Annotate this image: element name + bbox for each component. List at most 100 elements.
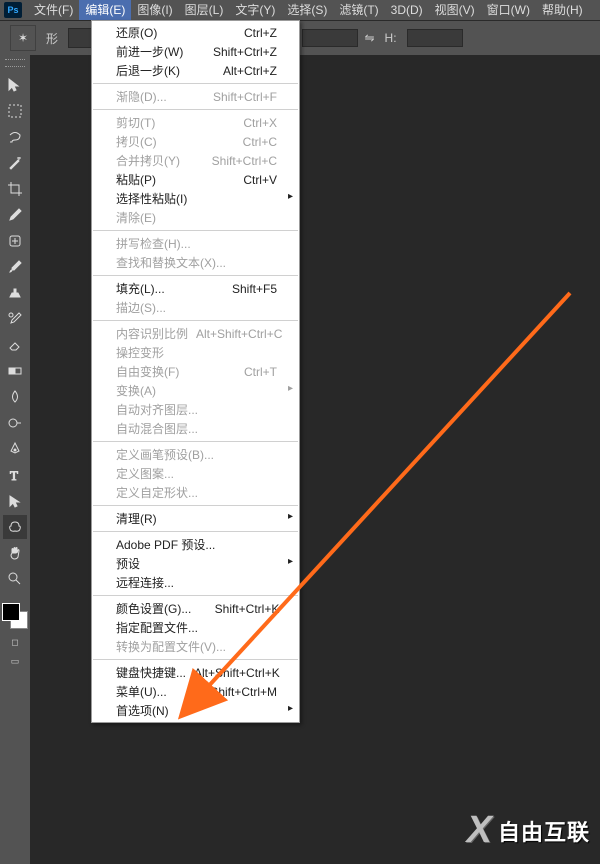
magic-wand-tool[interactable] [3, 151, 27, 175]
menu-row[interactable]: 首选项(N) [92, 701, 299, 720]
H-label: H: [381, 31, 401, 45]
menu-row[interactable]: 填充(L)...Shift+F5 [92, 279, 299, 298]
menu-row-shortcut: Shift+Ctrl+F [189, 90, 277, 104]
menu-row[interactable]: Adobe PDF 预设... [92, 535, 299, 554]
menu-row-label: 清理(R) [116, 510, 277, 527]
menu-item[interactable]: 窗口(W) [481, 0, 536, 20]
menu-row-shortcut: Alt+Shift+Ctrl+K [186, 666, 277, 680]
tools-panel: T ◻ ▭ [0, 55, 31, 864]
menu-row-label: 内容识别比例 [116, 325, 188, 342]
menu-item[interactable]: 帮助(H) [536, 0, 589, 20]
menu-row-label: 指定配置文件... [116, 619, 277, 636]
menu-item[interactable]: 视图(V) [429, 0, 481, 20]
width-input[interactable] [302, 29, 358, 47]
menu-row[interactable]: 指定配置文件... [92, 618, 299, 637]
menu-row[interactable]: 粘贴(P)Ctrl+V [92, 170, 299, 189]
quick-mask-icon[interactable]: ◻ [11, 637, 18, 648]
edit-menu-dropdown: 还原(O)Ctrl+Z前进一步(W)Shift+Ctrl+Z后退一步(K)Alt… [91, 20, 300, 723]
path-selection-tool[interactable] [3, 489, 27, 513]
menu-row[interactable]: 选择性粘贴(I) [92, 189, 299, 208]
menu-item[interactable]: 文件(F) [28, 0, 79, 20]
menu-row[interactable]: 键盘快捷键...Alt+Shift+Ctrl+K [92, 663, 299, 682]
menu-row: 拼写检查(H)... [92, 234, 299, 253]
screen-mode-icon[interactable]: ▭ [11, 656, 20, 667]
menu-item[interactable]: 图层(L) [179, 0, 230, 20]
menu-row-label: 剪切(T) [116, 114, 189, 131]
color-swatches[interactable] [2, 603, 28, 629]
menu-row-shortcut: Shift+Ctrl+C [189, 154, 277, 168]
hand-tool[interactable] [3, 541, 27, 565]
lasso-tool[interactable] [3, 125, 27, 149]
clone-stamp-tool[interactable] [3, 281, 27, 305]
menu-row[interactable]: 远程连接... [92, 573, 299, 592]
menu-row-label: 还原(O) [116, 24, 189, 41]
menu-row-label: 菜单(U)... [116, 683, 181, 700]
blur-tool[interactable] [3, 385, 27, 409]
menu-row-shortcut: Ctrl+V [189, 173, 277, 187]
menu-row-label: 远程连接... [116, 574, 277, 591]
options-bar: ✶ 形 W: ⇋ H: [0, 21, 600, 56]
menu-row: 剪切(T)Ctrl+X [92, 113, 299, 132]
tool-preset-picker[interactable]: ✶ [10, 25, 36, 51]
menu-row-label: 后退一步(K) [116, 62, 189, 79]
menu-row-label: 拼写检查(H)... [116, 235, 277, 252]
brand-x-icon: X [467, 809, 492, 852]
menu-row-label: 选择性粘贴(I) [116, 190, 277, 207]
menu-row-label: 转换为配置文件(V)... [116, 638, 277, 655]
menu-row[interactable]: 菜单(U)...Alt+Shift+Ctrl+M [92, 682, 299, 701]
brush-tool[interactable] [3, 255, 27, 279]
history-brush-tool[interactable] [3, 307, 27, 331]
menu-row-label: 定义画笔预设(B)... [116, 446, 277, 463]
menu-item[interactable]: 文字(Y) [229, 0, 281, 20]
menu-row[interactable]: 颜色设置(G)...Shift+Ctrl+K [92, 599, 299, 618]
menu-item[interactable]: 选择(S) [281, 0, 333, 20]
zoom-tool[interactable] [3, 567, 27, 591]
menu-row-label: 定义自定形状... [116, 484, 277, 501]
menu-item[interactable]: 编辑(E) [79, 0, 131, 20]
brand-text: 自由互联 [498, 815, 590, 847]
menu-row: 操控变形 [92, 343, 299, 362]
pen-tool[interactable] [3, 437, 27, 461]
gradient-tool[interactable] [3, 359, 27, 383]
marquee-tool[interactable] [3, 99, 27, 123]
menu-row: 定义图案... [92, 464, 299, 483]
height-input[interactable] [407, 29, 463, 47]
menu-row: 自动对齐图层... [92, 400, 299, 419]
eraser-tool[interactable] [3, 333, 27, 357]
menu-row[interactable]: 预设 [92, 554, 299, 573]
menu-row-label: 自动对齐图层... [116, 401, 277, 418]
healing-brush-tool[interactable] [3, 229, 27, 253]
menu-item[interactable]: 3D(D) [385, 0, 429, 20]
type-tool[interactable]: T [3, 463, 27, 487]
menu-row[interactable]: 清理(R) [92, 509, 299, 528]
eyedropper-tool[interactable] [3, 203, 27, 227]
menu-item[interactable]: 滤镜(T) [333, 0, 384, 20]
menu-row-label: 预设 [116, 555, 277, 572]
menu-row: 合并拷贝(Y)Shift+Ctrl+C [92, 151, 299, 170]
menu-item[interactable]: 图像(I) [131, 0, 178, 20]
move-tool[interactable] [3, 73, 27, 97]
panel-grip[interactable] [5, 59, 25, 67]
menu-row-label: 描边(S)... [116, 299, 277, 316]
foreground-color[interactable] [2, 603, 20, 621]
menu-row-shortcut: Ctrl+X [189, 116, 277, 130]
shape-mode-label: 形 [42, 30, 62, 47]
menu-row: 内容识别比例Alt+Shift+Ctrl+C [92, 324, 299, 343]
menu-row[interactable]: 前进一步(W)Shift+Ctrl+Z [92, 42, 299, 61]
menu-row-shortcut: Ctrl+T [189, 365, 277, 379]
svg-text:T: T [10, 468, 18, 483]
menu-row-label: 定义图案... [116, 465, 277, 482]
menu-row: 定义画笔预设(B)... [92, 445, 299, 464]
menu-row-label: 填充(L)... [116, 280, 189, 297]
menu-row-label: 操控变形 [116, 344, 277, 361]
menu-row: 自动混合图层... [92, 419, 299, 438]
dodge-tool[interactable] [3, 411, 27, 435]
menu-row[interactable]: 还原(O)Ctrl+Z [92, 23, 299, 42]
menu-row-shortcut: Alt+Ctrl+Z [189, 64, 277, 78]
custom-shape-tool[interactable] [3, 515, 27, 539]
crop-tool[interactable] [3, 177, 27, 201]
menu-bar: Ps 文件(F)编辑(E)图像(I)图层(L)文字(Y)选择(S)滤镜(T)3D… [0, 0, 600, 21]
link-icon[interactable]: ⇋ [364, 31, 374, 45]
menu-row-label: Adobe PDF 预设... [116, 536, 277, 553]
menu-row[interactable]: 后退一步(K)Alt+Ctrl+Z [92, 61, 299, 80]
